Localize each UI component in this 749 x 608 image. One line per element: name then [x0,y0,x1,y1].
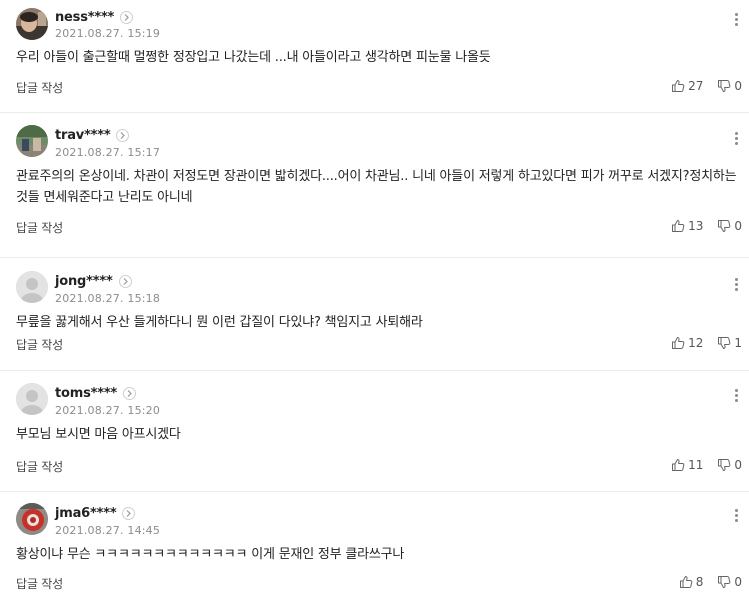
thumbs-down-icon [717,219,731,233]
author-row: ness**** [55,8,134,26]
comment-item: jong**** 2021.08.27. 15:18 무릎을 꿇게해서 우산 들… [0,258,749,371]
like-button[interactable]: 13 [671,219,703,233]
author-row: jma6**** [55,504,136,522]
thumbs-up-icon [671,219,685,233]
reply-button[interactable]: 답글 작성 [16,458,63,475]
like-button[interactable]: 27 [671,79,703,93]
dislike-button[interactable]: 0 [717,458,742,472]
comment-text: 우리 아들이 출근할때 멀쩡한 정장입고 나갔는데 ...내 아들이라고 생각하… [16,50,491,65]
author-nickname[interactable]: trav**** [55,128,111,143]
thumbs-down-icon [717,575,731,589]
comment-text: 황상이냐 무슨 ㅋㅋㅋㅋㅋㅋㅋㅋㅋㅋㅋㅋㅋ 이게 문재인 정부 클라쓰구나 [16,547,405,562]
author-nickname[interactable]: jong**** [55,274,113,289]
avatar[interactable] [16,8,48,40]
avatar[interactable] [16,271,48,303]
thumbs-up-icon [679,575,693,589]
avatar[interactable] [16,503,48,535]
like-button[interactable]: 8 [679,575,704,589]
chevron-right-circle-icon[interactable] [123,386,137,400]
dislike-count: 0 [734,575,742,589]
reply-button[interactable]: 답글 작성 [16,79,63,96]
comment-item: ness**** 2021.08.27. 15:19 우리 아들이 출근할때 멀… [0,0,749,113]
author-nickname[interactable]: toms**** [55,386,117,401]
comment-text: 관료주의의 온상이네. 차관이 저정도면 장관이면 밟히겠다....어이 차관님… [16,169,737,205]
reply-button[interactable]: 답글 작성 [16,219,63,236]
thumbs-down-icon [717,336,731,350]
vote-group: 13 0 [671,219,742,233]
dislike-count: 0 [734,79,742,93]
dislike-button[interactable]: 1 [717,336,742,350]
vertical-ellipsis-icon[interactable] [731,10,741,28]
comment-item: toms**** 2021.08.27. 15:20 부모님 보시면 마음 아프… [0,371,749,492]
comment-list: ness**** 2021.08.27. 15:19 우리 아들이 출근할때 멀… [0,0,749,608]
like-count: 11 [688,458,704,472]
comment-date: 2021.08.27. 14:45 [55,524,161,537]
thumbs-down-icon [717,79,731,93]
like-count: 27 [688,79,704,93]
author-nickname[interactable]: jma6**** [55,506,117,521]
dislike-button[interactable]: 0 [717,575,742,589]
dislike-button[interactable]: 0 [717,219,742,233]
comment-text: 무릎을 꿇게해서 우산 들게하다니 뭔 이런 갑질이 다있냐? 책임지고 사퇴해… [16,315,423,330]
comment-item: trav**** 2021.08.27. 15:17 관료주의의 온상이네. 차… [0,113,749,258]
thumbs-up-icon [671,336,685,350]
comment-date: 2021.08.27. 15:19 [55,27,161,40]
author-row: jong**** [55,272,132,290]
thumbs-up-icon [671,458,685,472]
comment-date: 2021.08.27. 15:18 [55,292,161,305]
vote-group: 8 0 [679,575,742,589]
vertical-ellipsis-icon[interactable] [731,129,741,147]
chevron-right-circle-icon[interactable] [120,10,134,24]
dislike-count: 0 [734,458,742,472]
vote-group: 12 1 [671,336,742,350]
reply-button[interactable]: 답글 작성 [16,336,63,353]
avatar[interactable] [16,125,48,157]
comment-date: 2021.08.27. 15:17 [55,146,161,159]
comment-text: 부모님 보시면 마음 아프시겠다 [16,427,181,442]
like-count: 8 [695,575,704,589]
comment-date: 2021.08.27. 15:20 [55,404,161,417]
author-row: toms**** [55,384,137,402]
author-nickname[interactable]: ness**** [55,10,114,25]
author-row: trav**** [55,126,130,144]
vertical-ellipsis-icon[interactable] [731,386,741,404]
like-count: 13 [688,219,704,233]
vote-group: 27 0 [671,79,742,93]
like-button[interactable]: 12 [671,336,703,350]
thumbs-up-icon [671,79,685,93]
chevron-right-circle-icon[interactable] [116,128,130,142]
vertical-ellipsis-icon[interactable] [731,506,741,524]
chevron-right-circle-icon[interactable] [122,506,136,520]
reply-button[interactable]: 답글 작성 [16,575,63,592]
thumbs-down-icon [717,458,731,472]
comment-item: jma6**** 2021.08.27. 14:45 황상이냐 무슨 ㅋㅋㅋㅋㅋ… [0,492,749,608]
avatar[interactable] [16,383,48,415]
dislike-button[interactable]: 0 [717,79,742,93]
like-button[interactable]: 11 [671,458,703,472]
dislike-count: 0 [734,219,742,233]
chevron-right-circle-icon[interactable] [118,274,132,288]
vote-group: 11 0 [671,458,742,472]
vertical-ellipsis-icon[interactable] [731,275,741,293]
like-count: 12 [688,336,704,350]
dislike-count: 1 [734,336,742,350]
